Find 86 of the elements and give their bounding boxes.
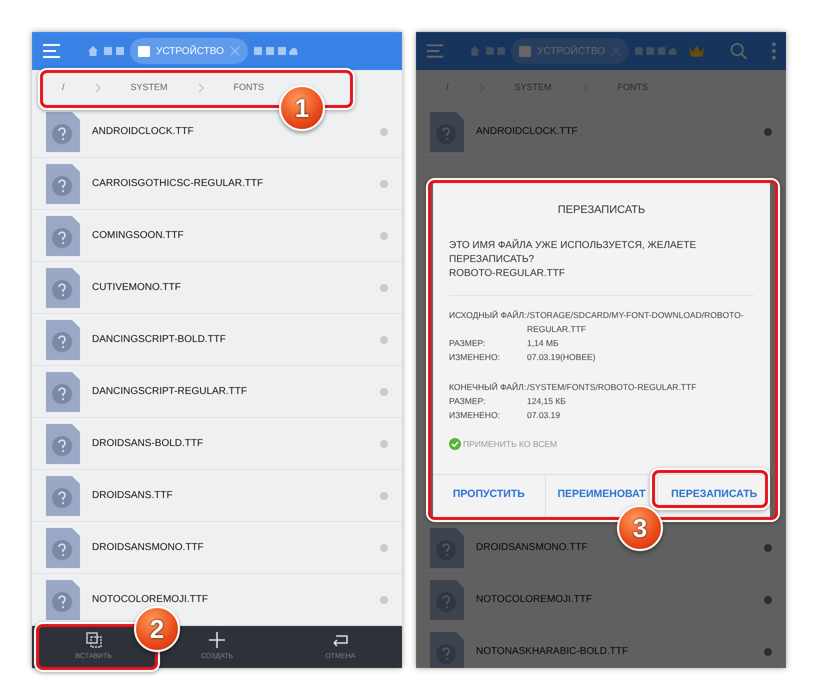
dot-icon bbox=[764, 128, 772, 136]
dot-icon bbox=[380, 388, 388, 396]
info-label: ИСХОДНЫЙ ФАЙЛ: bbox=[449, 308, 527, 322]
device-tab[interactable]: УСТРОЙСТВО bbox=[130, 38, 248, 64]
file-name[interactable]: NOTOCOLOREMOJI.TTF bbox=[92, 592, 368, 607]
file-icon bbox=[46, 372, 80, 412]
info-value: /SYSTEM/FONTS/ROBOTO-REGULAR.TTF bbox=[527, 380, 698, 394]
file-name[interactable]: CUTIVEMONO.TTF bbox=[92, 280, 368, 295]
dot-icon bbox=[764, 596, 772, 604]
file-name[interactable]: DROIDSANS-BOLD.TTF bbox=[92, 436, 368, 451]
crown-icon[interactable] bbox=[688, 45, 704, 57]
file-name: ROBOTO-REGULAR.TTF bbox=[448, 266, 566, 280]
dot-icon bbox=[380, 440, 388, 448]
file-name[interactable]: DROIDSANS.TTF bbox=[92, 488, 368, 503]
breadcrumb-item[interactable]: SYSTEM bbox=[514, 81, 552, 95]
file-icon bbox=[46, 112, 80, 152]
file-name[interactable]: DANCINGSCRIPT-BOLD.TTF bbox=[92, 332, 368, 347]
file-name[interactable]: CARROISGOTHICSC-REGULAR.TTF bbox=[92, 176, 368, 191]
dot-icon bbox=[764, 648, 772, 656]
file-icon bbox=[430, 580, 464, 620]
menu-icon[interactable] bbox=[426, 43, 446, 59]
breadcrumb-item[interactable]: FONTS bbox=[618, 81, 648, 95]
dialog-button[interactable]: ПРОПУСТИТЬ bbox=[450, 485, 527, 505]
device-icon bbox=[138, 46, 150, 56]
home-icon[interactable] bbox=[88, 46, 98, 56]
breadcrumb-item[interactable]: / bbox=[62, 81, 65, 95]
info-label: ИЗМЕНЕНО: bbox=[449, 408, 501, 422]
breadcrumb-item[interactable]: / bbox=[446, 81, 449, 95]
file-icon bbox=[46, 580, 80, 620]
plus-icon bbox=[208, 632, 225, 648]
info-label: РАЗМЕР: bbox=[449, 336, 486, 350]
file-name[interactable]: NOTONASKHARABIC-BOLD.TTF bbox=[476, 644, 752, 659]
menu-icon[interactable] bbox=[42, 43, 62, 59]
more-icon[interactable] bbox=[772, 42, 776, 60]
tab-icons[interactable] bbox=[634, 46, 677, 56]
file-name[interactable]: COMINGSOON.TTF bbox=[92, 228, 368, 243]
dialog-title: ПЕРЕЗАПИСАТЬ bbox=[556, 203, 646, 218]
checkbox[interactable] bbox=[449, 438, 461, 450]
file-icon bbox=[46, 320, 80, 360]
dialog-message: ЭТО ИМЯ ФАЙЛА УЖЕ ИСПОЛЬЗУЕТСЯ, ЖЕЛАЕТЕ ПЕРЕЗАПИСАТЬ? bbox=[448, 238, 698, 266]
dot-icon bbox=[380, 284, 388, 292]
dot-icon bbox=[380, 544, 388, 552]
file-icon bbox=[430, 112, 464, 152]
file-icon bbox=[46, 476, 80, 516]
tab-icons[interactable] bbox=[104, 47, 124, 55]
info-value: /STORAGE/SDCARD/MY-FONT-DOWNLOAD/ROBOTO-REGULAR.TTF bbox=[527, 308, 745, 336]
dot-icon bbox=[380, 492, 388, 500]
file-icon bbox=[46, 424, 80, 464]
file-icon bbox=[430, 632, 464, 668]
info-label: КОНЕЧНЫЙ ФАЙЛ: bbox=[449, 380, 527, 394]
info-label: ИЗМЕНЕНО: bbox=[449, 350, 501, 364]
breadcrumb-item[interactable]: FONTS bbox=[234, 81, 264, 95]
dot-icon bbox=[380, 180, 388, 188]
file-icon bbox=[46, 268, 80, 308]
checkbox-label[interactable]: ПРИМЕНИТЬ КО ВСЕМ bbox=[463, 438, 558, 450]
tab-icons[interactable] bbox=[254, 46, 298, 56]
file-icon bbox=[46, 216, 80, 256]
home-icon[interactable] bbox=[470, 46, 480, 56]
file-icon bbox=[430, 528, 464, 568]
chevron-icon bbox=[94, 83, 101, 93]
chevron-icon bbox=[198, 83, 204, 93]
file-icon bbox=[46, 164, 80, 204]
paste-icon bbox=[86, 632, 102, 648]
device-icon bbox=[519, 46, 532, 56]
breadcrumb-item[interactable]: SYSTEM bbox=[130, 81, 168, 95]
dialog-button[interactable]: ПЕРЕЗАПИСАТЬ bbox=[669, 485, 760, 505]
file-icon bbox=[46, 528, 80, 568]
dot-icon bbox=[380, 232, 388, 240]
dot-icon bbox=[380, 128, 388, 136]
info-value: 07.03.19 bbox=[527, 408, 562, 422]
file-name[interactable]: NOTOCOLOREMOJI.TTF bbox=[476, 592, 752, 607]
info-value: 1,14 МБ bbox=[527, 336, 560, 350]
info-value: 124,15 КБ bbox=[527, 394, 567, 408]
dialog-button[interactable]: ПЕРЕИМЕНОВАТ bbox=[555, 485, 648, 505]
search-icon[interactable] bbox=[730, 42, 747, 60]
close-icon[interactable] bbox=[230, 46, 240, 56]
file-name[interactable]: DROIDSANSMONO.TTF bbox=[92, 540, 368, 555]
file-name[interactable]: ANDROIDCLOCK.TTF bbox=[476, 124, 752, 139]
dot-icon bbox=[764, 544, 772, 552]
dot-icon bbox=[380, 336, 388, 344]
close-icon[interactable] bbox=[610, 46, 621, 56]
file-name[interactable]: DANCINGSCRIPT-REGULAR.TTF bbox=[92, 384, 368, 399]
tab-icons[interactable] bbox=[486, 47, 506, 55]
info-label: РАЗМЕР: bbox=[449, 394, 486, 408]
info-value: 07.03.19(НОВЕЕ) bbox=[527, 350, 597, 364]
dot-icon bbox=[380, 596, 388, 604]
